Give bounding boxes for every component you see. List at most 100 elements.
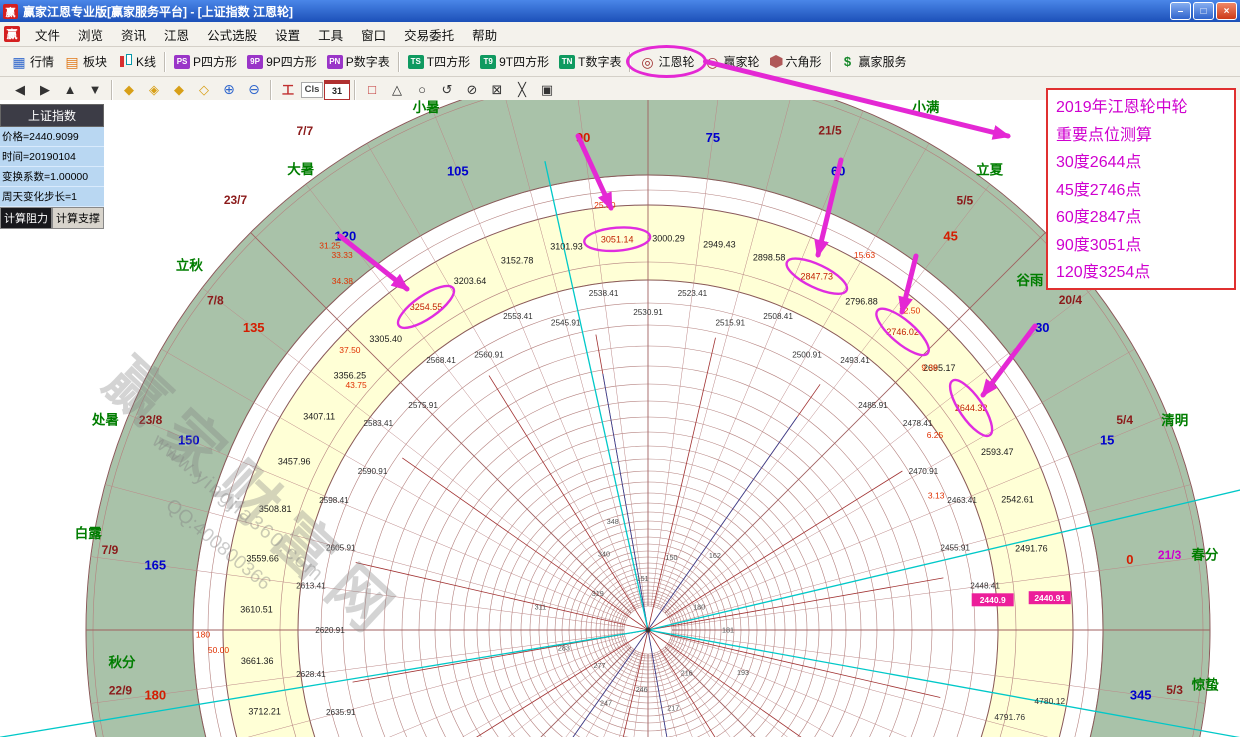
svg-text:2898.58: 2898.58 xyxy=(753,252,786,262)
svg-text:立夏: 立夏 xyxy=(976,162,1004,178)
rotate-tool[interactable]: ↺ xyxy=(435,80,459,100)
svg-text:23/7: 23/7 xyxy=(224,193,248,207)
clear-button[interactable]: Cls xyxy=(301,82,323,98)
index-info-rows: 价格=2440.9099时间=20190104变换系数=1.00000周天变化步… xyxy=(0,127,104,207)
zoom-out-button[interactable]: ⊖ xyxy=(242,80,266,100)
svg-text:2440.91: 2440.91 xyxy=(1034,593,1065,603)
up-button[interactable]: ▲ xyxy=(58,80,82,100)
toolbar-button-label: T数字表 xyxy=(578,53,621,70)
menu-item-7[interactable]: 工具 xyxy=(309,26,352,46)
svg-text:30: 30 xyxy=(1035,320,1049,335)
svg-text:3508.81: 3508.81 xyxy=(259,504,292,514)
svg-text:2493.41: 2493.41 xyxy=(840,356,870,365)
svg-text:348: 348 xyxy=(607,517,619,526)
menu-item-6[interactable]: 设置 xyxy=(266,26,309,46)
toolbar-separator xyxy=(830,52,832,72)
maximize-button[interactable]: □ xyxy=(1193,2,1214,20)
menu-item-3[interactable]: 资讯 xyxy=(112,26,155,46)
toolbar-button-P四方形[interactable]: PSP四方形 xyxy=(169,50,242,73)
minimize-button[interactable]: – xyxy=(1170,2,1191,20)
index-info-row: 变换系数=1.00000 xyxy=(0,167,104,187)
cross-tool[interactable]: ╳ xyxy=(510,80,534,100)
dollar-icon xyxy=(840,54,856,69)
svg-text:340: 340 xyxy=(598,549,610,558)
svg-text:3101.93: 3101.93 xyxy=(550,242,583,252)
menu-item-4[interactable]: 江恩 xyxy=(155,26,198,46)
svg-text:311: 311 xyxy=(535,603,546,612)
svg-text:165: 165 xyxy=(144,558,166,573)
gann-ruler-tool[interactable]: 工 xyxy=(276,80,300,100)
diamond-outline-tool[interactable]: ◇ xyxy=(192,80,216,100)
svg-text:150: 150 xyxy=(178,432,200,447)
toolbar-button-六角形[interactable]: 六角形 xyxy=(765,50,827,73)
toolbar-button-9T四方形[interactable]: T99T四方形 xyxy=(475,50,554,73)
index-info-row: 周天变化步长=1 xyxy=(0,187,104,207)
toolbar-button-P数字表[interactable]: PNP数字表 xyxy=(322,50,395,73)
svg-text:6.25: 6.25 xyxy=(927,430,944,440)
svg-text:小暑: 小暑 xyxy=(413,100,440,115)
toolbar-button-label: 9T四方形 xyxy=(499,53,549,70)
svg-text:7/9: 7/9 xyxy=(102,543,119,557)
svg-text:谷雨: 谷雨 xyxy=(1016,273,1044,288)
svg-text:2538.41: 2538.41 xyxy=(589,289,619,298)
svg-text:7/7: 7/7 xyxy=(296,124,313,138)
svg-text:21/5: 21/5 xyxy=(818,123,842,137)
toolbar-button-赢家轮[interactable]: 赢家轮 xyxy=(699,50,764,73)
window-title: 赢家江恩专业版[赢家服务平台] - [上证指数 江恩轮] xyxy=(23,3,293,20)
menu-item-2[interactable]: 浏览 xyxy=(69,26,112,46)
svg-text:151: 151 xyxy=(637,574,649,583)
menu-item-10[interactable]: 帮助 xyxy=(463,26,506,46)
calc-resistance-button[interactable]: 计算阻力 xyxy=(0,207,52,229)
svg-text:2530.91: 2530.91 xyxy=(633,308,663,317)
svg-text:20/4: 20/4 xyxy=(1059,293,1083,307)
slash-circle-tool[interactable]: ⊘ xyxy=(460,80,484,100)
index-info-row: 价格=2440.9099 xyxy=(0,127,104,147)
svg-text:22/9: 22/9 xyxy=(109,683,133,697)
toolbar-button-label: 板块 xyxy=(83,53,107,70)
next-button[interactable]: ▶ xyxy=(33,80,57,100)
svg-text:2593.47: 2593.47 xyxy=(981,447,1014,457)
svg-text:2508.41: 2508.41 xyxy=(763,312,793,321)
svg-text:105: 105 xyxy=(447,163,469,178)
toolbar-separator xyxy=(398,52,400,72)
svg-text:25.00: 25.00 xyxy=(594,200,616,210)
menu-item-9[interactable]: 交易委托 xyxy=(395,26,463,46)
svg-text:3000.29: 3000.29 xyxy=(652,234,685,244)
svg-text:21/3: 21/3 xyxy=(1158,548,1182,562)
select-tool[interactable]: ▣ xyxy=(535,80,559,100)
svg-text:3305.40: 3305.40 xyxy=(369,334,402,344)
svg-text:2568.41: 2568.41 xyxy=(426,356,456,365)
triangle-tool[interactable]: △ xyxy=(385,80,409,100)
prev-button[interactable]: ◀ xyxy=(8,80,32,100)
toolbar-button-K线[interactable]: K线 xyxy=(112,50,161,73)
diamond-gold-tool[interactable]: ◆ xyxy=(117,80,141,100)
diamond-solid-tool[interactable]: ◆ xyxy=(167,80,191,100)
blocks-icon xyxy=(64,54,80,69)
svg-text:180: 180 xyxy=(144,687,166,702)
calendar-button[interactable]: 31 xyxy=(324,80,350,100)
svg-text:小满: 小满 xyxy=(912,100,940,115)
toolbar-button-label: 赢家轮 xyxy=(723,53,759,70)
delete-box-tool[interactable]: ⊠ xyxy=(485,80,509,100)
diamond-dot-tool[interactable]: ◈ xyxy=(142,80,166,100)
calc-support-button[interactable]: 计算支撑 xyxy=(52,207,104,229)
toolbar-button-行情[interactable]: 行情 xyxy=(6,50,59,73)
circle-tool[interactable]: ○ xyxy=(410,80,434,100)
zoom-in-button[interactable]: ⊕ xyxy=(217,80,241,100)
toolbar-button-板块[interactable]: 板块 xyxy=(59,50,112,73)
toolbar-button-江恩轮[interactable]: 江恩轮 xyxy=(634,50,699,73)
toolbar-button-赢家服务[interactable]: 赢家服务 xyxy=(835,50,912,73)
toolbar-button-T四方形[interactable]: TST四方形 xyxy=(403,50,475,73)
menu-item-8[interactable]: 窗口 xyxy=(352,26,395,46)
close-button[interactable]: × xyxy=(1216,2,1237,20)
rect-tool[interactable]: □ xyxy=(360,80,384,100)
svg-text:345: 345 xyxy=(1130,687,1152,702)
menu-item-1[interactable]: 文件 xyxy=(26,26,69,46)
svg-text:大暑: 大暑 xyxy=(287,161,314,177)
filter-button[interactable]: ▼ xyxy=(83,80,107,100)
svg-text:秋分: 秋分 xyxy=(109,654,136,670)
toolbar-button-9P四方形[interactable]: 9P9P四方形 xyxy=(242,50,322,73)
annotation-line: 60度2847点 xyxy=(1056,204,1226,232)
menu-item-5[interactable]: 公式选股 xyxy=(198,26,266,46)
toolbar-button-T数字表[interactable]: TNT数字表 xyxy=(554,50,626,73)
